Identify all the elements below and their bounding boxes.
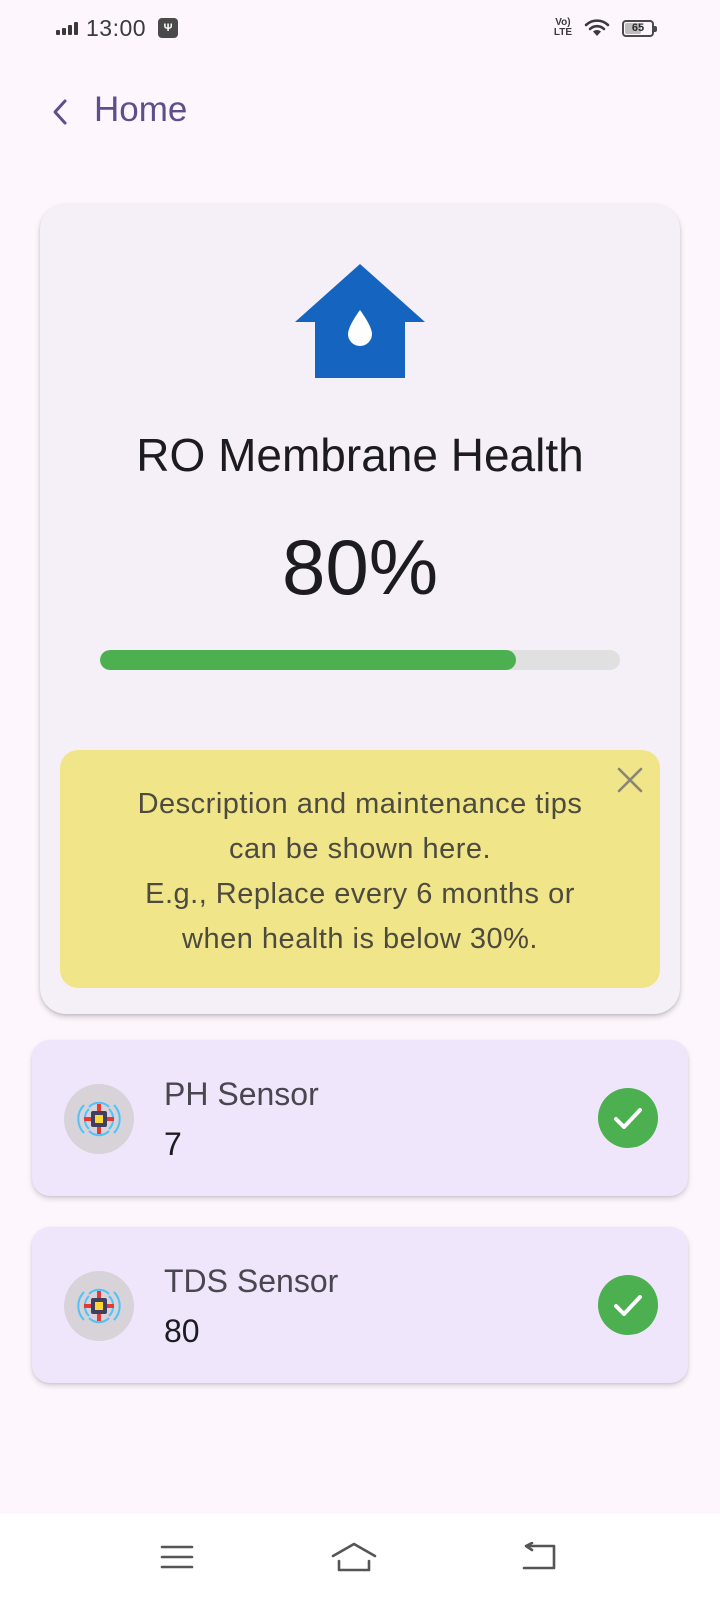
sensor-value: 80 — [164, 1313, 200, 1349]
sensor-value: 7 — [164, 1126, 182, 1162]
tips-line: Description and maintenance tips — [137, 788, 583, 820]
status-bar: 13:00 Ψ Vo) LTE 65 — [0, 0, 720, 56]
status-time: 13:00 — [86, 14, 147, 41]
back-icon — [522, 1542, 556, 1570]
sensor-chip-icon — [64, 1271, 134, 1341]
page-title: Home — [94, 90, 188, 129]
tips-line: can be shown here. — [228, 833, 492, 865]
health-progress-bar — [100, 650, 620, 670]
sensor-card-ph[interactable]: PH Sensor 7 — [32, 1040, 688, 1196]
wifi-icon — [584, 19, 610, 36]
sensor-name: PH Sensor — [164, 1076, 319, 1112]
tips-text: Description and maintenance tips can be … — [90, 782, 630, 962]
card-title: RO Membrane Health — [136, 429, 584, 481]
chevron-left-icon — [53, 99, 67, 125]
nav-menu-button[interactable] — [147, 1534, 207, 1580]
usb-icon: Ψ — [158, 18, 179, 38]
battery-icon: 65 — [622, 19, 657, 37]
battery-text: 65 — [631, 22, 645, 34]
sensor-chip-icon — [64, 1084, 134, 1154]
nav-back-button[interactable] — [509, 1534, 569, 1580]
nav-home-button[interactable] — [324, 1534, 384, 1580]
membrane-health-card: RO Membrane Health 80% Description and m… — [40, 204, 680, 1014]
check-icon — [598, 1275, 658, 1335]
sensor-name: TDS Sensor — [164, 1263, 339, 1299]
app-bar: Home — [0, 80, 720, 144]
status-left: 13:00 Ψ — [56, 14, 179, 42]
tips-line: when health is below 30%. — [182, 923, 538, 955]
sensor-card-tds[interactable]: TDS Sensor 80 — [32, 1227, 688, 1383]
back-button[interactable] — [36, 88, 84, 136]
status-right: Vo) LTE 65 — [553, 14, 657, 42]
tips-line: E.g., Replace every 6 months or — [145, 878, 575, 910]
health-percentage: 80% — [281, 523, 439, 611]
water-house-icon — [295, 264, 425, 378]
signal-icon — [56, 21, 78, 35]
health-progress-fill — [100, 650, 516, 670]
menu-icon — [160, 1545, 194, 1569]
volte-icon: Vo) LTE — [553, 17, 572, 38]
home-icon — [331, 1542, 377, 1572]
check-icon — [598, 1088, 658, 1148]
maintenance-tips-box: Description and maintenance tips can be … — [60, 750, 660, 988]
system-nav-bar — [0, 1514, 720, 1600]
